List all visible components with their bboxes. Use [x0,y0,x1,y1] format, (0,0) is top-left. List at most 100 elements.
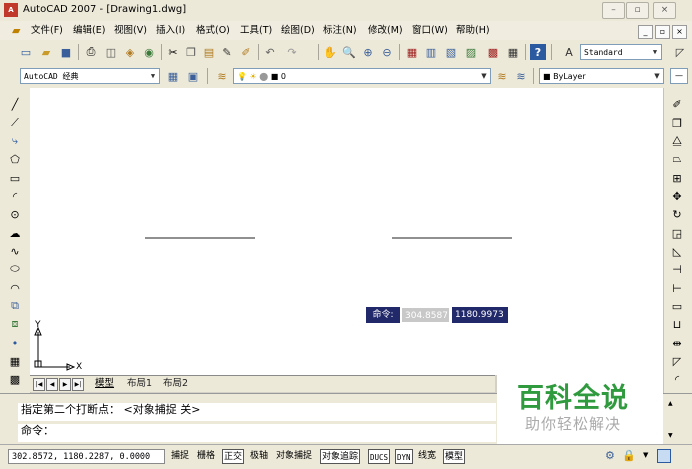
first-tab-button[interactable]: |◀ [33,378,45,391]
close-button[interactable]: × [653,2,676,19]
rotate-icon[interactable]: ↻ [669,206,685,222]
save-workspace-icon[interactable]: ▣ [185,68,201,84]
insert-block-icon[interactable]: ⧉ [7,298,23,314]
design-center-icon[interactable]: ▥ [423,44,439,60]
offset-icon[interactable]: ⏢ [669,151,685,167]
rectangle-icon[interactable]: ▭ [7,170,23,186]
lineweight-toggle[interactable]: 线宽 [417,449,437,464]
calculator-icon[interactable]: ▦ [505,44,521,60]
layer-select[interactable]: 💡 ☀ ⬤ ■ 0 ▼ [233,68,491,84]
hatch-icon[interactable]: ▦ [7,353,23,369]
chamfer-icon[interactable]: ◸ [669,353,685,369]
otrack-toggle[interactable]: 对象追踪 [320,449,361,464]
minimize-button[interactable]: – [602,2,625,19]
previous-tab-button[interactable]: ◀ [46,378,58,391]
clean-screen-icon[interactable] [657,449,671,463]
menu-tools[interactable]: 工具(T) [240,24,272,37]
properties-icon[interactable]: ▦ [404,44,420,60]
lock-icon[interactable]: 🔒 [622,449,636,462]
zoom-realtime-icon[interactable]: 🔍 [341,44,357,60]
ortho-toggle[interactable]: 正交 [222,449,245,464]
layer-properties-icon[interactable]: ≋ [214,68,230,84]
open-icon[interactable]: ▰ [38,44,54,60]
menu-file[interactable]: 文件(F) [31,24,63,37]
tool-palettes-icon[interactable]: ▧ [443,44,459,60]
trim-icon[interactable]: ⊣ [669,261,685,277]
snap-toggle[interactable]: 捕捉 [170,449,190,464]
break-at-point-icon[interactable]: ▭ [669,298,685,314]
3d-dwf-icon[interactable]: ◉ [141,44,157,60]
ellipse-arc-icon[interactable]: ◠ [7,280,23,296]
grid-toggle[interactable]: 栅格 [196,449,216,464]
break-icon[interactable]: ⊔ [669,316,685,332]
tab-model[interactable]: 模型 [95,377,114,390]
polar-toggle[interactable]: 极轴 [249,449,269,464]
last-tab-button[interactable]: ▶| [72,378,84,391]
menu-draw[interactable]: 绘图(D) [281,24,315,37]
tab-layout2[interactable]: 布局2 [163,377,188,390]
paste-icon[interactable]: ▤ [201,44,217,60]
linetype-select[interactable]: — [670,68,688,84]
menu-window[interactable]: 窗口(W) [412,24,448,37]
arc-icon[interactable]: ◜ [7,188,23,204]
spline-icon[interactable]: ∿ [7,243,23,259]
mirror-icon[interactable]: ⧋ [669,133,685,149]
ellipse-icon[interactable]: ⬭ [7,261,23,277]
print-icon[interactable]: ⎙ [83,44,99,60]
model-toggle[interactable]: 模型 [443,449,466,464]
match-properties-icon[interactable]: ✎ [219,44,235,60]
menu-insert[interactable]: 插入(I) [156,24,185,37]
osnap-toggle[interactable]: 对象捕捉 [275,449,313,464]
cut-icon[interactable]: ✂ [165,44,181,60]
next-tab-button[interactable]: ▶ [59,378,71,391]
gradient-icon[interactable]: ▩ [7,371,23,387]
block-editor-icon[interactable]: ✐ [238,44,254,60]
sheet-set-icon[interactable]: ▨ [463,44,479,60]
menu-format[interactable]: 格式(O) [196,24,230,37]
publish-icon[interactable]: ◈ [122,44,138,60]
maximize-button[interactable]: ▫ [626,2,649,19]
print-preview-icon[interactable]: ◫ [103,44,119,60]
stretch-icon[interactable]: ◺ [669,243,685,259]
copy-object-icon[interactable]: ❐ [669,115,685,131]
point-icon[interactable]: • [7,335,23,351]
move-icon[interactable]: ✥ [669,188,685,204]
menu-edit[interactable]: 编辑(E) [73,24,105,37]
save-icon[interactable]: ■ [58,44,74,60]
dimension-style-icon[interactable]: ◸ [672,44,688,60]
make-block-icon[interactable]: ⧈ [7,316,23,332]
help-icon[interactable]: ? [530,44,546,60]
chevron-down-icon[interactable]: ▼ [643,451,648,459]
array-icon[interactable]: ⊞ [669,170,685,186]
drawing-canvas[interactable]: Y X [30,88,663,375]
menu-help[interactable]: 帮助(H) [456,24,490,37]
workspace-settings-icon[interactable]: ▦ [165,68,181,84]
text-style-select[interactable]: Standard ▼ [580,44,662,60]
undo-icon[interactable]: ↶ [262,44,278,60]
copy-icon[interactable]: ❐ [183,44,199,60]
doc-close-button[interactable]: × [672,25,687,39]
coordinate-display[interactable]: 302.8572, 1180.2287, 0.0000 [8,449,165,464]
scale-icon[interactable]: ◲ [669,225,685,241]
erase-icon[interactable]: ✐ [669,96,685,112]
doc-minimize-button[interactable]: _ [638,25,653,39]
zoom-previous-icon[interactable]: ⊖ [379,44,395,60]
construction-line-icon[interactable]: ⟋ [7,115,23,131]
make-layer-current-icon[interactable]: ≋ [494,68,510,84]
fillet-icon[interactable]: ◜ [669,371,685,387]
layer-previous-icon[interactable]: ≋ [513,68,529,84]
command-line-input[interactable]: 命令： [18,424,496,442]
scroll-up-icon[interactable]: ▲ [668,400,673,407]
document-icon[interactable]: ▰ [12,24,20,37]
markup-icon[interactable]: ▩ [485,44,501,60]
color-control-select[interactable]: ■ ByLayer ▼ [539,68,664,84]
dynamic-input-y-field[interactable]: 1180.9973 [452,307,508,323]
dyn-toggle[interactable]: DYN [395,449,413,464]
new-icon[interactable]: ▭ [18,44,34,60]
tab-layout1[interactable]: 布局1 [127,377,152,390]
menu-modify[interactable]: 修改(M) [368,24,403,37]
text-style-icon[interactable]: A [561,44,577,60]
menu-view[interactable]: 视图(V) [114,24,147,37]
zoom-window-icon[interactable]: ⊕ [360,44,376,60]
menu-dimension[interactable]: 标注(N) [323,24,357,37]
